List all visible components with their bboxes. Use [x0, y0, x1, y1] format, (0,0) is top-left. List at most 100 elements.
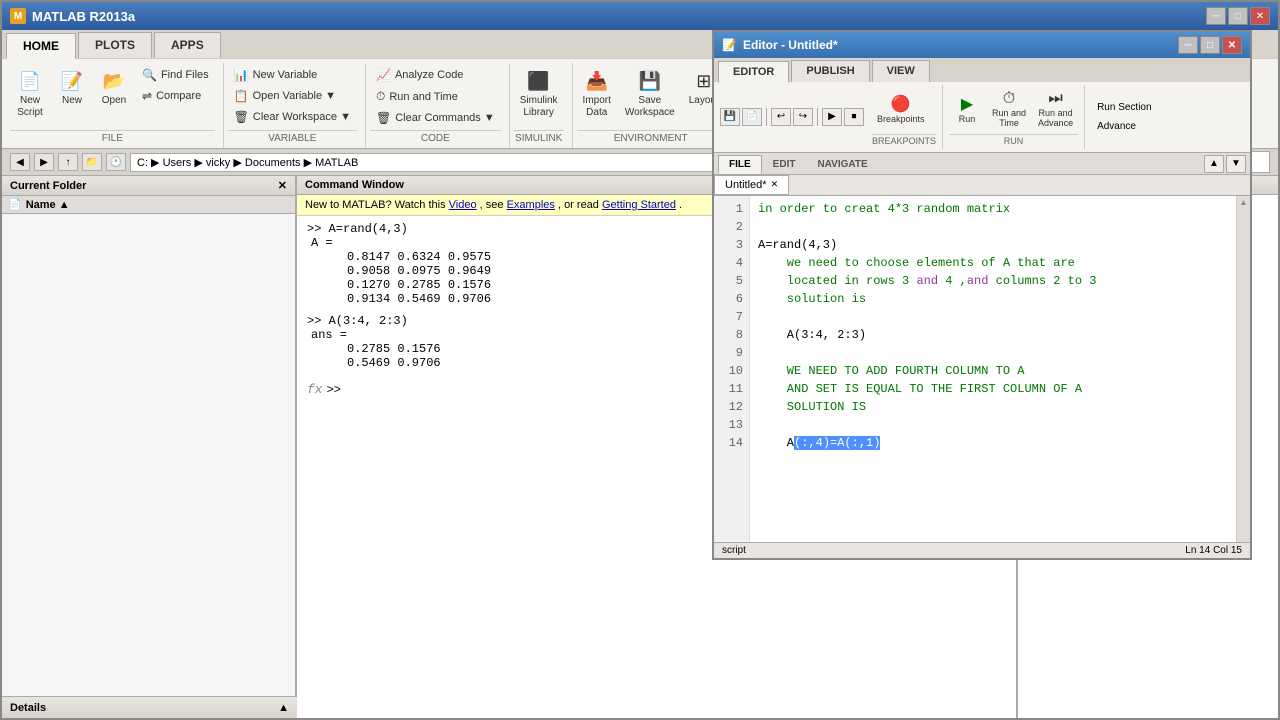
- minimize-button[interactable]: ─: [1206, 7, 1226, 25]
- title-bar-left: M MATLAB R2013a: [10, 8, 135, 24]
- run-group-label: RUN: [949, 134, 1078, 147]
- run-section-button[interactable]: Run Section: [1091, 99, 1157, 116]
- close-button[interactable]: ✕: [1250, 7, 1270, 25]
- folder-table-header: 📄 Name ▲: [2, 196, 295, 214]
- clear-commands-icon: 🗑: [376, 111, 391, 125]
- editor-nav-navigate[interactable]: NAVIGATE: [806, 155, 878, 174]
- editor-close-button[interactable]: ✕: [1222, 36, 1242, 54]
- tab-apps[interactable]: APPS: [154, 32, 221, 58]
- editor-nav-file[interactable]: FILE: [718, 155, 762, 174]
- file-buttons: 📄 NewScript 📝 New 📂 Open 🔍 Fi: [10, 65, 215, 128]
- code-line-11: AND SET IS EQUAL TO THE FIRST COLUMN OF …: [758, 382, 1082, 396]
- folder-content: [2, 214, 295, 720]
- run-btn[interactable]: ▶ Run: [949, 91, 985, 128]
- new-button[interactable]: 📝 New: [52, 65, 92, 111]
- compare-button[interactable]: ⇌ Compare: [136, 86, 215, 106]
- untitled-tab[interactable]: Untitled* ✕: [714, 175, 789, 195]
- run-icon: ▶: [961, 94, 973, 114]
- open-variable-button[interactable]: 📋 Open Variable ▼: [228, 86, 357, 106]
- editor-tab-publish[interactable]: PUBLISH: [791, 60, 869, 82]
- open-label: Open: [102, 95, 126, 107]
- editor-minimize-button[interactable]: ─: [1178, 36, 1198, 54]
- name-column-icon: 📄: [8, 198, 22, 211]
- editor-run-group: ▶ Run ⏱ Run andTime ⏭ Run andAdvance RUN: [943, 85, 1085, 149]
- tab-home[interactable]: HOME: [6, 33, 76, 59]
- editor-title-left: 📝 Editor - Untitled*: [722, 38, 838, 52]
- nav-down-arrow[interactable]: ▼: [1226, 155, 1246, 173]
- getting-started-link[interactable]: Getting Started: [602, 199, 676, 211]
- run-advance-btn[interactable]: ⏭ Run andAdvance: [1033, 87, 1078, 132]
- details-bar[interactable]: Details ▲: [2, 696, 297, 718]
- editor-maximize-button[interactable]: □: [1200, 36, 1220, 54]
- new-variable-button[interactable]: 📊 New Variable: [228, 65, 357, 85]
- compare-label: Compare: [156, 90, 201, 102]
- line-numbers: 1234567891011121314: [714, 196, 750, 542]
- breakpoints-button[interactable]: 🔴 Breakpoints: [872, 91, 930, 128]
- nav-arrows: ▲ ▼: [1204, 155, 1246, 174]
- import-data-button[interactable]: 📥 ImportData: [577, 65, 617, 123]
- forward-button[interactable]: ▶: [34, 153, 54, 171]
- run-time-icon: ⏱: [1003, 90, 1015, 108]
- video-link[interactable]: Video: [449, 199, 477, 211]
- section-buttons: Run Section Advance: [1091, 87, 1157, 147]
- analyze-code-button[interactable]: 📈 Analyze Code: [370, 65, 501, 85]
- clear-workspace-label: Clear Workspace ▼: [253, 111, 351, 123]
- advance-button[interactable]: Advance: [1091, 118, 1157, 135]
- code-line-3: A=rand(4,3): [758, 238, 837, 252]
- details-label: Details: [10, 702, 46, 714]
- editor-toolbar-icons: 💾 📄 ↩ ↪ ▶ ⏹: [718, 85, 866, 149]
- editor-scrollbar[interactable]: ▲: [1236, 196, 1250, 542]
- maximize-button[interactable]: □: [1228, 7, 1248, 25]
- tab-close-icon[interactable]: ✕: [771, 179, 779, 190]
- code-line-12: SOLUTION IS: [758, 400, 866, 414]
- scroll-indicator: ▲: [1238, 196, 1250, 209]
- code-col: 📈 Analyze Code ⏱ Run and Time 🗑 Clear Co…: [370, 65, 501, 128]
- toolbar-divider-2: [817, 108, 818, 126]
- ribbon-group-code: 📈 Analyze Code ⏱ Run and Time 🗑 Clear Co…: [366, 63, 510, 148]
- breakpoints-icon: 🔴: [891, 94, 911, 114]
- save-workspace-button[interactable]: 💾 SaveWorkspace: [619, 65, 681, 123]
- code-line-1: in order to creat 4*3 random matrix: [758, 202, 1010, 216]
- find-files-label: Find Files: [161, 69, 209, 81]
- new-script-button[interactable]: 📄 NewScript: [10, 65, 50, 123]
- code-content[interactable]: 1234567891011121314 in order to creat 4*…: [714, 196, 1250, 542]
- editor-save-button[interactable]: 💾: [720, 108, 740, 126]
- nav-up-arrow[interactable]: ▲: [1204, 155, 1224, 173]
- editor-tab-editor[interactable]: EDITOR: [718, 61, 789, 83]
- editor-save-as-button[interactable]: 📄: [742, 108, 762, 126]
- browse-button[interactable]: 📁: [82, 153, 102, 171]
- editor-stop-button[interactable]: ⏹: [844, 108, 864, 126]
- info-text-3: , or read: [558, 199, 599, 211]
- back-button[interactable]: ◀: [10, 153, 30, 171]
- editor-tab-view[interactable]: VIEW: [872, 60, 930, 82]
- run-and-time-button[interactable]: ⏱ Run and Time: [370, 86, 501, 107]
- clear-commands-button[interactable]: 🗑 Clear Commands ▼: [370, 108, 501, 128]
- editor-ribbon-content: 💾 📄 ↩ ↪ ▶ ⏹ 🔴 Breakpoints: [714, 82, 1250, 152]
- editor-redo-button[interactable]: ↪: [793, 108, 813, 126]
- clear-workspace-button[interactable]: 🗑 Clear Workspace ▼: [228, 107, 357, 127]
- history-button[interactable]: 🕐: [106, 153, 126, 171]
- editor-nav-edit[interactable]: EDIT: [762, 155, 807, 174]
- open-icon: 📂: [102, 69, 126, 93]
- new-script-label: NewScript: [17, 95, 43, 119]
- ribbon-group-variable: 📊 New Variable 📋 Open Variable ▼ 🗑 Clear…: [224, 63, 366, 148]
- editor-run-button[interactable]: ▶: [822, 108, 842, 126]
- run-time-btn[interactable]: ⏱ Run andTime: [987, 87, 1031, 132]
- name-column-label: Name ▲: [26, 199, 70, 211]
- tab-plots[interactable]: PLOTS: [78, 32, 152, 58]
- code-group-label: CODE: [370, 130, 501, 146]
- code-text[interactable]: in order to creat 4*3 random matrix A=ra…: [750, 196, 1236, 542]
- editor-undo-button[interactable]: ↩: [771, 108, 791, 126]
- simulink-library-button[interactable]: ⬛ SimulinkLibrary: [514, 65, 564, 123]
- open-button[interactable]: 📂 Open: [94, 65, 134, 111]
- editor-status-bar: script Ln 14 Col 15: [714, 542, 1250, 558]
- up-button[interactable]: ↑: [58, 153, 78, 171]
- breakpoints-buttons: 🔴 Breakpoints: [872, 87, 936, 132]
- file-group-label: FILE: [10, 130, 215, 146]
- compare-icon: ⇌: [142, 89, 152, 103]
- current-folder-close[interactable]: ✕: [278, 179, 287, 192]
- clear-commands-label: Clear Commands ▼: [395, 112, 495, 124]
- editor-title: Editor - Untitled*: [743, 38, 838, 52]
- find-files-button[interactable]: 🔍 Find Files: [136, 65, 215, 85]
- examples-link[interactable]: Examples: [507, 199, 555, 211]
